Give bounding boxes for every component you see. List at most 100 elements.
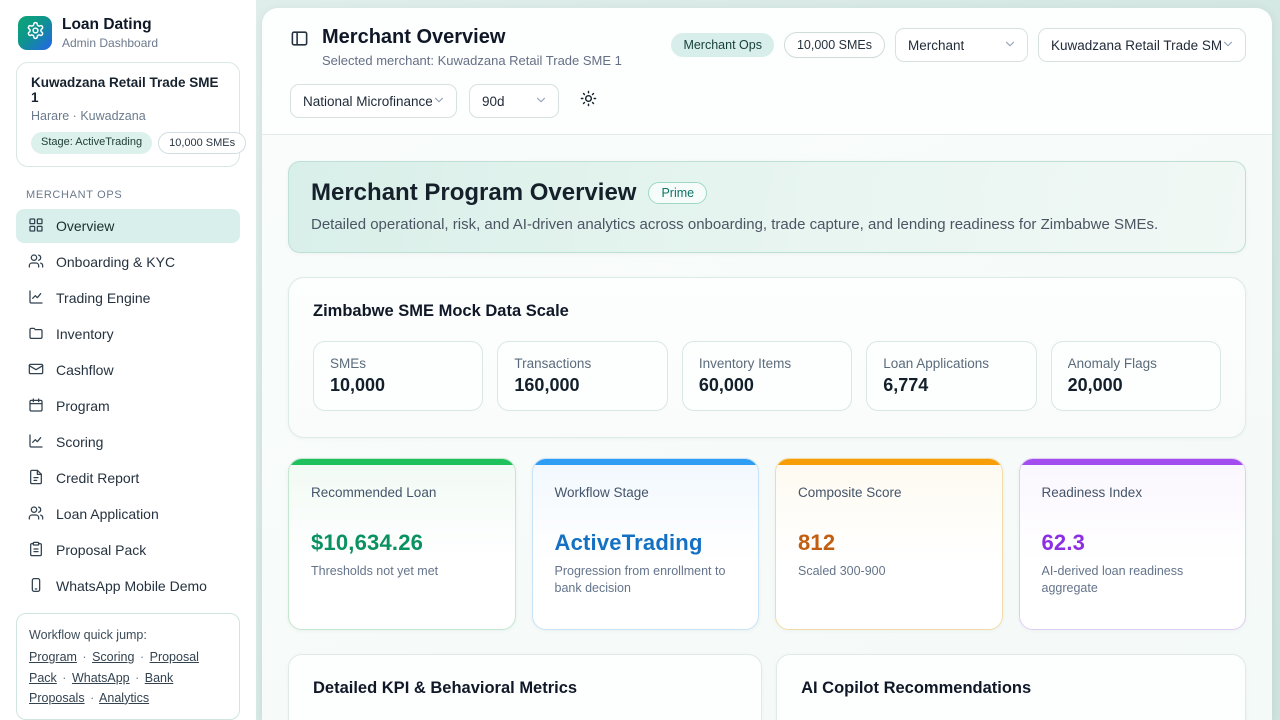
main-panel: Merchant Overview Selected merchant: Kuw… — [262, 8, 1272, 720]
app-subtitle: Admin Dashboard — [62, 36, 158, 50]
chevron-down-icon — [1221, 37, 1235, 54]
stat-card-transactions: Transactions 160,000 — [497, 341, 667, 411]
sidebar-item-label: Onboarding & KYC — [56, 254, 175, 270]
ai-copilot-title: AI Copilot Recommendations — [801, 679, 1221, 698]
quick-jump-link-whatsapp[interactable]: WhatsApp — [72, 671, 130, 685]
metric-value: 62.3 — [1042, 530, 1224, 556]
sidebar-item-credit-report[interactable]: Credit Report — [16, 461, 240, 495]
metric-label: Recommended Loan — [311, 485, 493, 500]
stat-value: 20,000 — [1068, 375, 1204, 396]
bottom-sections-row: Detailed KPI & Behavioral Metrics AI Cop… — [288, 654, 1246, 720]
theme-toggle-button[interactable] — [571, 84, 605, 118]
workflow-quick-jump: Workflow quick jump: Program · Scoring ·… — [16, 613, 240, 720]
stat-card-smes: SMEs 10,000 — [313, 341, 483, 411]
dot-separator: · — [90, 691, 94, 705]
sidebar: Loan Dating Admin Dashboard Kuwadzana Re… — [0, 0, 256, 720]
stat-label: SMEs — [330, 356, 466, 371]
quick-jump-label: Workflow quick jump: — [29, 625, 227, 645]
brand: Loan Dating Admin Dashboard — [16, 14, 240, 62]
sidebar-item-loan-application[interactable]: Loan Application — [16, 497, 240, 531]
sidebar-item-cashflow[interactable]: Cashflow — [16, 353, 240, 387]
sidebar-item-label: Scoring — [56, 434, 103, 450]
smartphone-icon — [28, 577, 44, 596]
bank-select[interactable]: National Microfinance — [290, 84, 457, 118]
main-content: Merchant Program Overview Prime Detailed… — [262, 135, 1272, 720]
prime-badge: Prime — [648, 182, 707, 204]
sidebar-item-whatsapp-demo[interactable]: WhatsApp Mobile Demo — [16, 569, 240, 603]
metric-note: Thresholds not yet met — [311, 563, 491, 580]
stat-label: Inventory Items — [699, 356, 835, 371]
chevron-down-icon — [1003, 37, 1017, 54]
scale-section-title: Zimbabwe SME Mock Data Scale — [313, 302, 1221, 321]
stage-badge: Stage: ActiveTrading — [31, 132, 152, 154]
file-icon — [28, 469, 44, 488]
chevron-down-icon — [432, 93, 446, 110]
stat-label: Loan Applications — [883, 356, 1019, 371]
metric-card-composite-score: Composite Score 812 Scaled 300-900 — [775, 458, 1003, 630]
banner-title: Merchant Program Overview — [311, 179, 636, 207]
stat-value: 6,774 — [883, 375, 1019, 396]
metric-note: AI-derived loan readiness aggregate — [1042, 563, 1222, 597]
merchant-name: Kuwadzana Retail Trade SME 1 — [31, 75, 225, 105]
chart-icon — [28, 433, 44, 452]
entity-select-value: Merchant — [908, 38, 964, 53]
sidebar-item-onboarding-kyc[interactable]: Onboarding & KYC — [16, 245, 240, 279]
metric-card-workflow-stage: Workflow Stage ActiveTrading Progression… — [532, 458, 760, 630]
sidebar-item-overview[interactable]: Overview — [16, 209, 240, 243]
merchant-select-value: Kuwadzana Retail Trade SME 1 — [1051, 38, 1221, 53]
banner-description: Detailed operational, risk, and AI-drive… — [311, 216, 1223, 233]
metric-label: Readiness Index — [1042, 485, 1224, 500]
panel-toggle-icon[interactable] — [290, 29, 309, 53]
ai-copilot-panel: AI Copilot Recommendations — [776, 654, 1246, 720]
stat-label: Transactions — [514, 356, 650, 371]
metric-value: 812 — [798, 530, 980, 556]
sidebar-item-label: Cashflow — [56, 362, 114, 378]
dot-separator: · — [135, 671, 139, 685]
date-range-value: 90d — [482, 94, 505, 109]
merchant-location: Harare · Kuwadzana — [31, 109, 225, 123]
sidebar-item-inventory[interactable]: Inventory — [16, 317, 240, 351]
dot-separator: · — [140, 650, 144, 664]
stat-label: Anomaly Flags — [1068, 356, 1204, 371]
sidebar-item-label: WhatsApp Mobile Demo — [56, 578, 207, 594]
program-overview-banner: Merchant Program Overview Prime Detailed… — [288, 161, 1246, 253]
metric-label: Workflow Stage — [555, 485, 737, 500]
sidebar-item-program[interactable]: Program — [16, 389, 240, 423]
sun-icon — [580, 90, 597, 112]
sidebar-nav: Overview Onboarding & KYC Trading Engine… — [16, 209, 240, 605]
sidebar-item-scoring[interactable]: Scoring — [16, 425, 240, 459]
gear-icon — [26, 21, 45, 45]
stat-value: 160,000 — [514, 375, 650, 396]
quick-jump-link-analytics[interactable]: Analytics — [99, 691, 149, 705]
merchant-select[interactable]: Kuwadzana Retail Trade SME 1 — [1038, 28, 1246, 62]
stat-value: 10,000 — [330, 375, 466, 396]
metric-value: $10,634.26 — [311, 530, 493, 556]
calendar-icon — [28, 397, 44, 416]
entity-select[interactable]: Merchant — [895, 28, 1028, 62]
app-title: Loan Dating — [62, 16, 158, 34]
kpi-panel-title: Detailed KPI & Behavioral Metrics — [313, 679, 737, 698]
mail-icon — [28, 361, 44, 380]
sidebar-item-proposal-pack[interactable]: Proposal Pack — [16, 533, 240, 567]
sidebar-item-label: Inventory — [56, 326, 114, 342]
metric-note: Scaled 300-900 — [798, 563, 978, 580]
metric-label: Composite Score — [798, 485, 980, 500]
chart-icon — [28, 289, 44, 308]
folder-icon — [28, 325, 44, 344]
date-range-select[interactable]: 90d — [469, 84, 559, 118]
sidebar-item-trading-engine[interactable]: Trading Engine — [16, 281, 240, 315]
sidebar-item-label: Proposal Pack — [56, 542, 146, 558]
sme-count-badge: 10,000 SMEs — [158, 132, 246, 154]
metric-cards-row: Recommended Loan $10,634.26 Thresholds n… — [288, 458, 1246, 630]
app-logo — [18, 16, 52, 50]
users-icon — [28, 253, 44, 272]
quick-jump-link-scoring[interactable]: Scoring — [92, 650, 134, 664]
dot-separator: · — [62, 671, 66, 685]
quick-jump-link-program[interactable]: Program — [29, 650, 77, 664]
sidebar-item-label: Credit Report — [56, 470, 139, 486]
selected-merchant-card[interactable]: Kuwadzana Retail Trade SME 1 Harare · Ku… — [16, 62, 240, 167]
users-icon — [28, 505, 44, 524]
clipboard-icon — [28, 541, 44, 560]
sidebar-item-label: Loan Application — [56, 506, 159, 522]
metric-note: Progression from enrollment to bank deci… — [555, 563, 735, 597]
